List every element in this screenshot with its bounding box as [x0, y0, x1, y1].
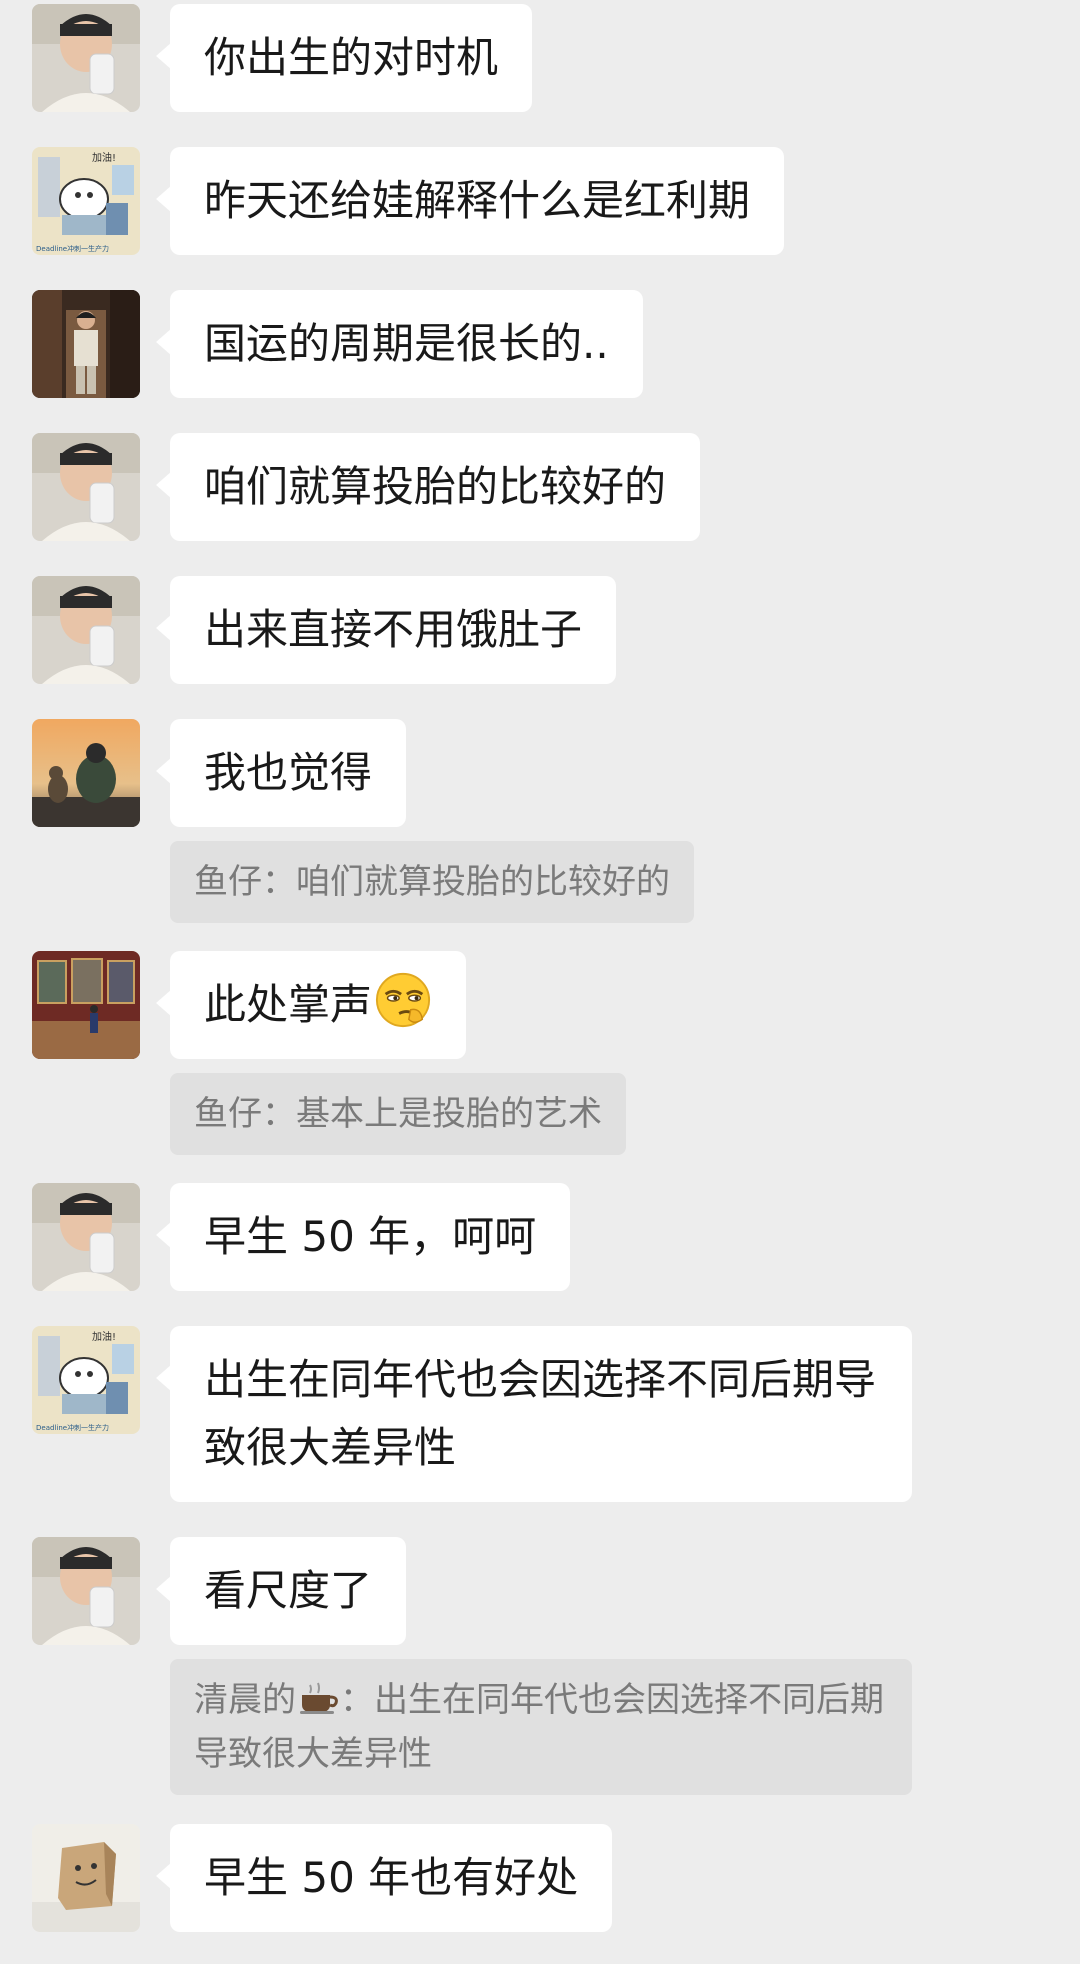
- smirk-face-icon: [375, 972, 431, 1028]
- selfie-avatar[interactable]: [32, 433, 140, 541]
- cartoon-avatar[interactable]: [32, 147, 140, 255]
- message-bubble[interactable]: 此处掌声: [155, 951, 467, 1059]
- message-bubble[interactable]: 出来直接不用饿肚子: [155, 576, 617, 684]
- message-bubble[interactable]: 早生 50 年也有好处: [155, 1824, 613, 1932]
- message-bubble[interactable]: 看尺度了: [155, 1537, 407, 1645]
- quote-sender: 清晨的: [194, 1680, 296, 1720]
- message-bubble[interactable]: 咱们就算投胎的比较好的: [155, 433, 701, 541]
- gallery-avatar[interactable]: [32, 951, 140, 1059]
- message-bubble[interactable]: 昨天还给娃解释什么是红利期: [155, 147, 785, 255]
- man-standing-avatar[interactable]: [32, 290, 140, 398]
- quoted-reply[interactable]: 鱼仔：咱们就算投胎的比较好的: [170, 841, 694, 923]
- cartoon-avatar[interactable]: [32, 1326, 140, 1434]
- quoted-reply[interactable]: 鱼仔：基本上是投胎的艺术: [170, 1073, 626, 1155]
- sunset-avatar[interactable]: [32, 719, 140, 827]
- selfie-avatar[interactable]: [32, 4, 140, 112]
- quoted-reply[interactable]: 清晨的 ：出生在同年代也会因选择不同后期导致很大差异性: [170, 1659, 912, 1795]
- box-avatar[interactable]: [32, 1824, 140, 1932]
- message-bubble[interactable]: 我也觉得: [155, 719, 407, 827]
- message-bubble[interactable]: 你出生的对时机: [155, 4, 533, 112]
- message-bubble[interactable]: 出生在同年代也会因选择不同后期导致很大差异性: [156, 1326, 912, 1502]
- selfie-avatar[interactable]: [32, 1537, 140, 1645]
- message-text: 此处掌声: [204, 980, 373, 1029]
- message-bubble[interactable]: 早生 50 年，呵呵: [155, 1183, 571, 1291]
- selfie-avatar[interactable]: [32, 576, 140, 684]
- coffee-icon: [300, 1682, 338, 1714]
- message-bubble[interactable]: 国运的周期是很长的..: [156, 290, 643, 398]
- selfie-avatar[interactable]: [32, 1183, 140, 1291]
